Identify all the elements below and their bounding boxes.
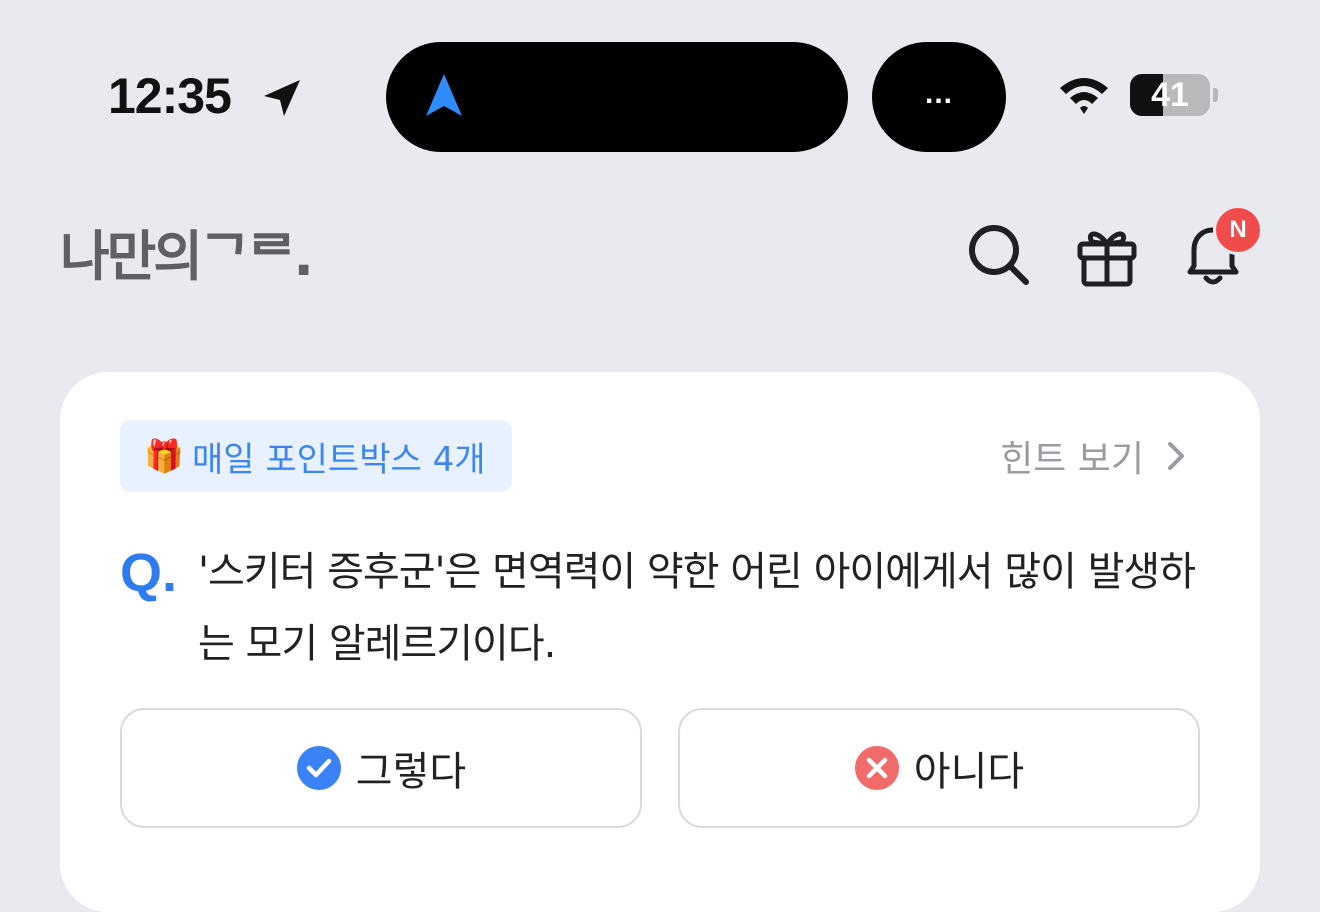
hint-label: 힌트 보기 [1000,439,1144,480]
answer-no-button[interactable]: 아니다 [678,708,1200,828]
quiz-card: 🎁 매일 포인트박스 4개 힌트 보기 Q. '스키터 증후군'은 면역력이 약… [60,372,1260,912]
hint-link[interactable]: 힌트 보기 [1000,430,1190,482]
x-circle-icon [854,746,899,790]
answer-no-label: 아니다 [913,749,1025,795]
reward-label: 매일 포인트박스 4개 [192,439,486,480]
reward-pill: 🎁 매일 포인트박스 4개 [120,420,512,492]
wifi-icon [1060,78,1108,114]
search-icon[interactable] [966,222,1032,288]
navigation-icon [426,74,462,116]
check-circle-icon [296,746,341,790]
answer-yes-label: 그렇다 [355,749,467,795]
battery-icon: 41 [1130,74,1218,116]
notification-badge: N [1213,205,1263,255]
question-marker: Q. [120,543,178,603]
answer-yes-button[interactable]: 그렇다 [120,708,642,828]
question-text: '스키터 증후군'은 면역력이 약한 어린 아이에게서 많이 발생하는 모기 알… [198,549,1196,667]
location-arrow-icon [264,80,300,116]
chevron-right-icon [1168,442,1184,470]
app-logo[interactable]: 나만의ᄀᄅ. [60,222,314,292]
gift-emoji-icon: 🎁 [144,437,184,475]
dynamic-island-more[interactable]: ... [872,42,1006,152]
battery-level: 41 [1151,76,1189,114]
gift-icon[interactable] [1074,222,1140,288]
status-time: 12:35 [108,68,232,124]
